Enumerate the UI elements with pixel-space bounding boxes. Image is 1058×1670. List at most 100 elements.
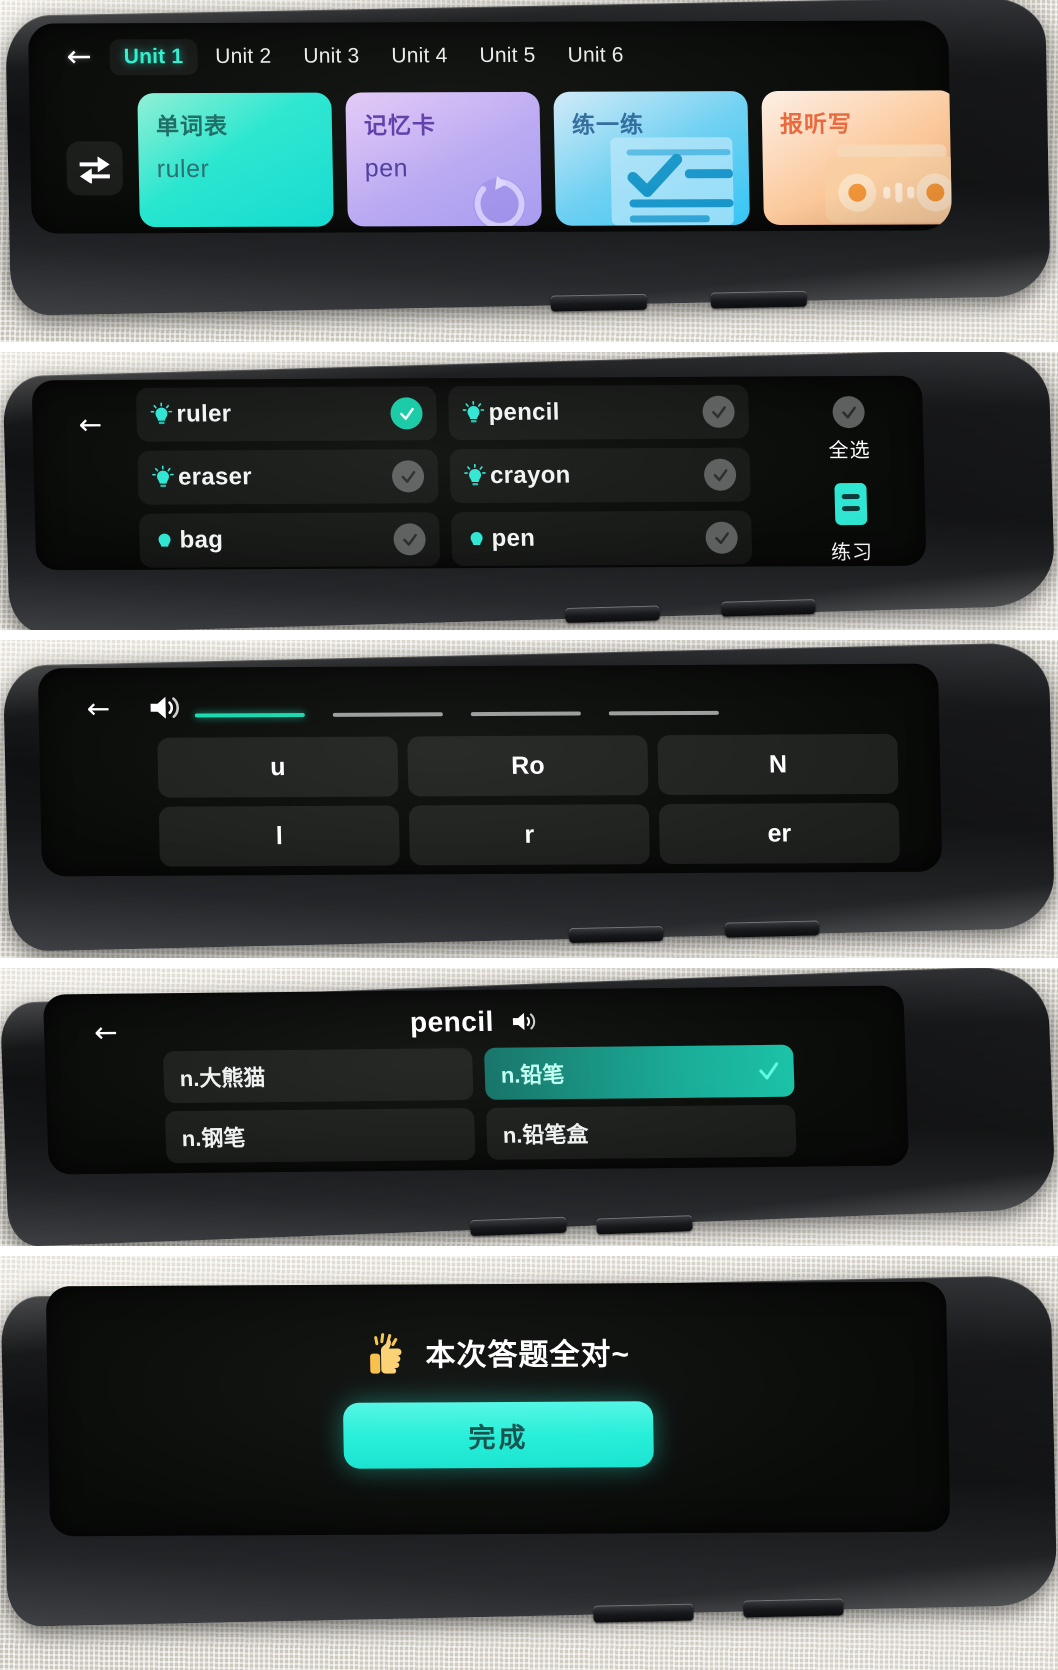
tab-unit-4[interactable]: Unit 4	[377, 38, 462, 74]
done-button[interactable]: 完成	[342, 1401, 655, 1469]
collage-gap	[0, 630, 1058, 640]
back-arrow-icon[interactable]: ←	[78, 408, 102, 441]
word-checkbox[interactable]	[391, 460, 425, 493]
answer-option[interactable]: n.铅笔盒	[485, 1104, 797, 1160]
card-title: 记忆卡	[363, 112, 437, 139]
word-item-pen[interactable]: pen	[450, 510, 753, 567]
answer-option-row: n.大熊猫 n.铅笔	[162, 1044, 795, 1104]
letter-tile[interactable]: N	[657, 733, 899, 796]
word-label: eraser	[177, 463, 253, 491]
answer-blank-3[interactable]	[470, 711, 581, 717]
screenshot-collage: ← Unit 1 Unit 2 Unit 3 Unit 4 Unit 5 Uni…	[0, 0, 1058, 1670]
panel4-screen: ← pencil n.大熊猫 n.铅笔 n.钢笔 n.铅笔盒	[42, 985, 910, 1175]
answer-option[interactable]: n.大熊猫	[162, 1048, 474, 1104]
word-item-eraser[interactable]: eraser	[137, 449, 439, 505]
device-side-button[interactable]	[568, 925, 664, 944]
result-message: 本次答题全对~	[425, 1338, 631, 1373]
back-arrow-icon[interactable]: ←	[86, 692, 110, 725]
answer-option[interactable]: n.钢笔	[164, 1108, 476, 1164]
answer-option-grid: n.大熊猫 n.铅笔 n.钢笔 n.铅笔盒	[162, 1044, 797, 1172]
lightbulb-icon	[470, 532, 483, 546]
answer-blank-1[interactable]	[194, 712, 305, 718]
answer-blank-4[interactable]	[608, 710, 719, 716]
check-icon	[399, 407, 414, 420]
panel-meaning-quiz: ← pencil n.大熊猫 n.铅笔 n.钢笔 n.铅笔盒	[0, 968, 1058, 1246]
practice-label[interactable]: 练习	[796, 536, 909, 566]
panel1-screen: ← Unit 1 Unit 2 Unit 3 Unit 4 Unit 5 Uni…	[27, 20, 953, 234]
word-item-ruler[interactable]: ruler	[135, 386, 438, 442]
select-all-checkbox[interactable]	[832, 395, 866, 429]
answer-blanks	[194, 710, 719, 718]
speaker-icon[interactable]	[512, 1010, 539, 1032]
letter-tile[interactable]: Ro	[407, 735, 649, 797]
panel-spelling-exercise: ← u Ro N l r er	[0, 640, 1058, 958]
word-checkbox[interactable]	[393, 523, 426, 556]
letter-tile[interactable]: u	[157, 736, 399, 798]
swap-arrows-button[interactable]	[66, 141, 124, 196]
side-action-rail: 全选 练习	[792, 382, 908, 566]
activity-card-row: 单词表 ruler 记忆卡 pen 练一练 报听写	[137, 90, 953, 228]
collage-gap	[0, 1246, 1058, 1256]
tab-unit-1[interactable]: Unit 1	[109, 39, 198, 76]
speaker-icon[interactable]	[148, 694, 183, 722]
tab-unit-6[interactable]: Unit 6	[553, 37, 638, 73]
lightbulb-icon	[150, 402, 173, 425]
quiz-word-header: pencil	[43, 1002, 904, 1043]
swap-arrows-icon	[79, 156, 110, 184]
collage-gap	[0, 342, 1058, 352]
word-label: pencil	[488, 398, 561, 426]
word-checkbox[interactable]	[390, 397, 423, 430]
word-item-crayon[interactable]: crayon	[449, 447, 751, 504]
panel-word-list: ← ruler pencil eraser crayon bag pen 全选 …	[0, 352, 1058, 630]
check-icon	[711, 405, 726, 418]
device-side-button[interactable]	[710, 290, 807, 309]
device-side-button[interactable]	[743, 1598, 844, 1618]
word-row: eraser crayon	[137, 447, 778, 505]
word-row: ruler pencil	[135, 384, 777, 442]
letter-tile[interactable]: l	[158, 805, 400, 867]
device-side-button[interactable]	[724, 920, 820, 938]
device-side-button[interactable]	[565, 605, 660, 624]
lightbulb-icon	[464, 463, 486, 486]
document-icon[interactable]	[830, 481, 871, 527]
lightbulb-icon	[462, 400, 485, 423]
activity-card-dictation[interactable]: 报听写	[761, 90, 953, 226]
check-icon	[713, 468, 727, 481]
back-arrow-icon[interactable]: ←	[66, 39, 92, 74]
device-side-button[interactable]	[721, 599, 816, 617]
word-label: pen	[491, 524, 536, 552]
activity-card-flashcard[interactable]: 记忆卡 pen	[345, 91, 542, 227]
checklist-icon	[610, 137, 734, 226]
tab-unit-5[interactable]: Unit 5	[465, 38, 550, 74]
word-checkbox[interactable]	[703, 458, 737, 491]
check-icon	[401, 470, 415, 483]
card-flip-icon	[473, 175, 526, 227]
lightbulb-icon	[158, 533, 171, 547]
word-checkbox[interactable]	[702, 395, 735, 428]
collage-gap	[0, 958, 1058, 968]
letter-tile-row: l r er	[158, 802, 901, 867]
word-item-pencil[interactable]: pencil	[447, 384, 750, 441]
device-side-button[interactable]	[550, 293, 647, 312]
panel2-screen: ← ruler pencil eraser crayon bag pen 全选 …	[31, 375, 927, 571]
select-all-label[interactable]: 全选	[793, 434, 906, 464]
thumbs-up-icon	[370, 1333, 402, 1374]
answer-option-selected[interactable]: n.铅笔	[483, 1044, 795, 1100]
answer-blank-2[interactable]	[332, 712, 443, 717]
activity-card-wordlist[interactable]: 单词表 ruler	[137, 92, 334, 228]
tab-unit-3[interactable]: Unit 3	[289, 38, 374, 74]
tab-unit-2[interactable]: Unit 2	[201, 39, 286, 75]
letter-tile[interactable]: er	[658, 802, 901, 865]
check-icon	[841, 406, 856, 419]
check-icon	[402, 533, 417, 546]
letter-tile-grid: u Ro N l r er	[157, 733, 901, 876]
letter-tile[interactable]: r	[408, 804, 651, 866]
device-side-button[interactable]	[593, 1603, 694, 1623]
activity-card-practice[interactable]: 练一练	[553, 91, 750, 226]
word-checkbox[interactable]	[705, 521, 739, 554]
word-label: ruler	[176, 400, 232, 428]
word-item-bag[interactable]: bag	[138, 512, 441, 568]
word-label: bag	[179, 526, 224, 554]
radio-cassette-icon	[824, 144, 953, 223]
check-icon	[714, 531, 729, 544]
